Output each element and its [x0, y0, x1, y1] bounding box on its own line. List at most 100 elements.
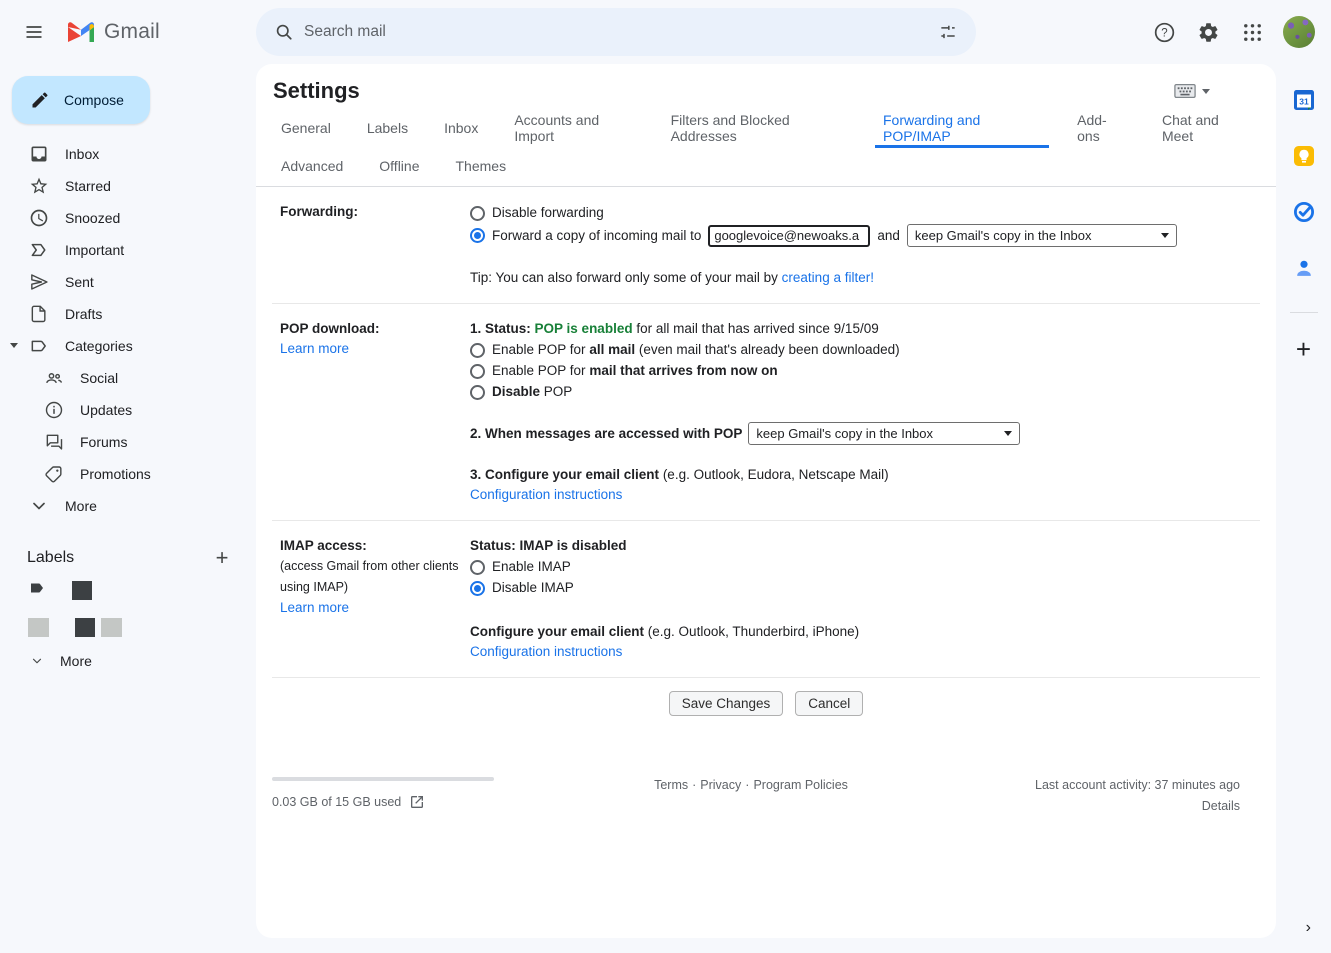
main-menu-icon[interactable]: [14, 12, 54, 52]
tab-advanced[interactable]: Advanced: [273, 148, 351, 186]
compose-button[interactable]: Compose: [12, 76, 150, 124]
header-left: Gmail: [0, 12, 256, 52]
tasks-icon[interactable]: [1284, 192, 1324, 232]
radio-checked-icon[interactable]: [470, 581, 485, 596]
keep-icon[interactable]: [1284, 136, 1324, 176]
pop-disable-label: Disable POP: [492, 382, 572, 402]
disable-forwarding-option[interactable]: Disable forwarding: [470, 203, 1260, 223]
sidebar-item-starred[interactable]: Starred: [0, 170, 256, 202]
terms-link[interactable]: Terms: [654, 778, 688, 792]
search-icon[interactable]: [264, 12, 304, 52]
tab-labels[interactable]: Labels: [359, 110, 416, 148]
account-avatar[interactable]: [1283, 16, 1315, 48]
pop-disable-option[interactable]: Disable POP: [470, 382, 1260, 402]
pop-from-now-option[interactable]: Enable POP for mail that arrives from no…: [470, 361, 1260, 381]
sidebar-item-important[interactable]: Important: [0, 234, 256, 266]
pop-learn-more-link[interactable]: Learn more: [280, 341, 349, 356]
sidebar-item-sent[interactable]: Sent: [0, 266, 256, 298]
pop-action-dropdown[interactable]: keep Gmail's copy in the Inbox: [748, 422, 1020, 445]
chevron-down-icon: [30, 654, 44, 668]
settings-actions: Save Changes Cancel: [256, 678, 1276, 729]
pop-all-mail-option[interactable]: Enable POP for all mail (even mail that'…: [470, 340, 1260, 360]
get-add-ons-icon[interactable]: +: [1284, 329, 1324, 369]
label-item[interactable]: [0, 572, 256, 609]
imap-learn-more-link[interactable]: Learn more: [280, 600, 349, 615]
forward-action-dropdown[interactable]: keep Gmail's copy in the Inbox: [907, 224, 1177, 247]
forward-copy-option[interactable]: Forward a copy of incoming mail to and k…: [470, 224, 1260, 247]
redacted-label-name: [75, 618, 95, 637]
redacted-label-icon: [28, 618, 49, 637]
imap-config-label: Configure your email client: [470, 624, 644, 639]
forwarding-email-input[interactable]: [708, 225, 870, 247]
create-label-icon[interactable]: +: [210, 546, 234, 570]
search-input[interactable]: [304, 23, 928, 41]
labels-more[interactable]: More: [0, 646, 256, 676]
sidebar-item-more[interactable]: More: [0, 490, 256, 522]
radio-unchecked-icon[interactable]: [470, 364, 485, 379]
activity-details-link[interactable]: Details: [980, 799, 1240, 813]
pop-config-instructions-link[interactable]: Configuration instructions: [470, 487, 622, 502]
tab-forwarding-and-pop-imap[interactable]: Forwarding and POP/IMAP: [875, 110, 1049, 148]
tab-inbox[interactable]: Inbox: [436, 110, 486, 148]
labels-header: Labels: [27, 549, 210, 567]
sidebar-item-snoozed[interactable]: Snoozed: [0, 202, 256, 234]
radio-unchecked-icon[interactable]: [470, 206, 485, 221]
sidebar-item-forums[interactable]: Forums: [0, 426, 256, 458]
disable-imap-option[interactable]: Disable IMAP: [470, 578, 1260, 598]
creating-filter-link[interactable]: creating a filter!: [782, 270, 874, 285]
tab-accounts-and-import[interactable]: Accounts and Import: [506, 110, 642, 148]
program-policies-link[interactable]: Program Policies: [753, 778, 847, 792]
sidebar-item-promotions[interactable]: Promotions: [0, 458, 256, 490]
contacts-icon[interactable]: [1284, 248, 1324, 288]
and-text: and: [877, 226, 900, 246]
imap-sublabel: (access Gmail from other clients using I…: [280, 556, 470, 598]
chevron-down-icon: [1202, 89, 1210, 94]
sidebar-item-label: Social: [80, 370, 118, 386]
input-tools-toggle[interactable]: [1174, 83, 1252, 99]
show-side-panel-icon[interactable]: ›: [1306, 919, 1311, 937]
imap-config-suffix: (e.g. Outlook, Thunderbird, iPhone): [648, 624, 859, 639]
enable-imap-option[interactable]: Enable IMAP: [470, 557, 1260, 577]
tab-offline[interactable]: Offline: [371, 148, 427, 186]
radio-unchecked-icon[interactable]: [470, 560, 485, 575]
settings-gear-icon[interactable]: [1191, 15, 1225, 49]
radio-checked-icon[interactable]: [470, 228, 485, 243]
sidebar-item-label: Updates: [80, 402, 132, 418]
tab-general[interactable]: General: [273, 110, 339, 148]
pop-action-value: keep Gmail's copy in the Inbox: [756, 424, 933, 444]
search-bar: [256, 8, 976, 56]
clock-icon: [29, 208, 49, 228]
imap-config-instructions-link[interactable]: Configuration instructions: [470, 644, 622, 659]
open-in-new-icon[interactable]: [409, 794, 425, 810]
label-item[interactable]: [0, 609, 256, 646]
sidebar-item-inbox[interactable]: Inbox: [0, 138, 256, 170]
save-changes-button[interactable]: Save Changes: [669, 691, 784, 716]
google-apps-icon[interactable]: [1235, 15, 1269, 49]
tab-add-ons[interactable]: Add-ons: [1069, 110, 1134, 148]
sidebar-item-drafts[interactable]: Drafts: [0, 298, 256, 330]
pop-all-mail-label: Enable POP for all mail (even mail that'…: [492, 340, 900, 360]
help-icon[interactable]: ?: [1147, 15, 1181, 49]
radio-unchecked-icon[interactable]: [470, 343, 485, 358]
sidebar-item-updates[interactable]: Updates: [0, 394, 256, 426]
send-icon: [29, 272, 49, 292]
settings-panel: Settings GeneralLabelsInboxAccounts and …: [256, 64, 1276, 938]
enable-imap-label: Enable IMAP: [492, 557, 571, 577]
expand-caret-icon[interactable]: [10, 343, 18, 348]
pop-status-line: 1. Status: POP is enabled for all mail t…: [470, 319, 1260, 339]
sidebar-item-categories[interactable]: Categories: [0, 330, 256, 362]
gmail-logo[interactable]: Gmail: [60, 20, 160, 44]
search-options-icon[interactable]: [928, 12, 968, 52]
calendar-icon[interactable]: 31: [1284, 80, 1324, 120]
cancel-button[interactable]: Cancel: [795, 691, 863, 716]
tab-themes[interactable]: Themes: [448, 148, 515, 186]
disable-forwarding-label: Disable forwarding: [492, 203, 604, 223]
pop-download-section: POP download: Learn more 1. Status: POP …: [272, 304, 1260, 521]
tab-chat-and-meet[interactable]: Chat and Meet: [1154, 110, 1256, 148]
sidebar-item-social[interactable]: Social: [0, 362, 256, 394]
privacy-link[interactable]: Privacy: [700, 778, 741, 792]
tab-filters-and-blocked-addresses[interactable]: Filters and Blocked Addresses: [663, 110, 855, 148]
sidebar-item-label: Starred: [65, 178, 111, 194]
pencil-icon: [30, 90, 50, 110]
radio-unchecked-icon[interactable]: [470, 385, 485, 400]
